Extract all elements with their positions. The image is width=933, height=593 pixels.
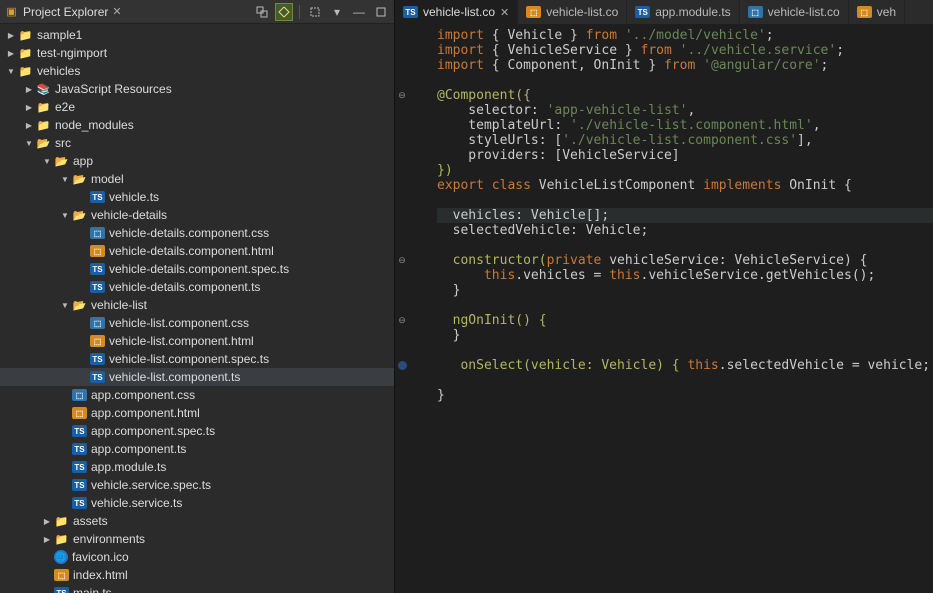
collapse-all-icon[interactable] [253,3,271,21]
maximize-icon[interactable] [372,3,390,21]
project-explorer-icon: ▣ [4,4,19,19]
code-editor[interactable]: import { Vehicle } from '../model/vehicl… [431,24,933,593]
folder-src[interactable]: ▼📂src [0,134,394,152]
ts-icon: TS [635,6,650,18]
file-vehicle-ts[interactable]: TSvehicle.ts [0,188,394,206]
ts-icon: TS [403,6,418,18]
tab-vehicle-list-ts[interactable]: TSvehicle-list.co✕ [395,0,518,24]
file-vd-ts[interactable]: TSvehicle-details.component.ts [0,278,394,296]
folder-vehicle-details[interactable]: ▼📂vehicle-details [0,206,394,224]
file-vs-ts[interactable]: TSvehicle.service.ts [0,494,394,512]
project-sample1[interactable]: ▶📁sample1 [0,26,394,44]
file-vl-html[interactable]: ⬚vehicle-list.component.html [0,332,394,350]
folder-app[interactable]: ▼📂app [0,152,394,170]
tab-app-module[interactable]: TSapp.module.ts [627,0,739,24]
file-vl-ts[interactable]: TSvehicle-list.component.ts [0,368,394,386]
file-app-html[interactable]: ⬚app.component.html [0,404,394,422]
file-vd-spec[interactable]: TSvehicle-details.component.spec.ts [0,260,394,278]
folder-assets[interactable]: ▶📁assets [0,512,394,530]
file-index[interactable]: ⬚index.html [0,566,394,584]
file-tree[interactable]: ▶📁sample1 ▶📁test-ngimport ▼📁vehicles ▶📚J… [0,24,394,593]
tab-vehicle-list-html[interactable]: ⬚vehicle-list.co [518,0,627,24]
tab-vehicle-list-css[interactable]: ⬚vehicle-list.co [740,0,849,24]
sidebar-title: Project Explorer [23,5,108,19]
view-menu-icon[interactable]: ▾ [328,3,346,21]
file-app-spec[interactable]: TSapp.component.spec.ts [0,422,394,440]
editor-gutter[interactable]: ⊖ ⊖ ⊖ [395,24,431,593]
breakpoint-icon[interactable] [398,361,407,370]
css-icon: ⬚ [748,6,763,18]
file-app-module[interactable]: TSapp.module.ts [0,458,394,476]
file-app-css[interactable]: ⬚app.component.css [0,386,394,404]
file-favicon[interactable]: 🌐favicon.ico [0,548,394,566]
file-vl-spec[interactable]: TSvehicle-list.component.spec.ts [0,350,394,368]
project-testng[interactable]: ▶📁test-ngimport [0,44,394,62]
minimize-icon[interactable]: — [350,3,368,21]
folder-model[interactable]: ▼📂model [0,170,394,188]
file-main[interactable]: TSmain.ts [0,584,394,593]
project-explorer-panel: ▣ Project Explorer ✕ ▾ — ▶📁sample1 ▶📁tes… [0,0,395,593]
folder-e2e[interactable]: ▶📁e2e [0,98,394,116]
html-icon: ⬚ [526,6,541,18]
editor-panel: TSvehicle-list.co✕ ⬚vehicle-list.co TSap… [395,0,933,593]
tab-overflow[interactable]: ⬚veh [849,0,905,24]
project-vehicles[interactable]: ▼📁vehicles [0,62,394,80]
close-icon[interactable]: ✕ [500,6,509,19]
focus-icon[interactable] [306,3,324,21]
fold-icon[interactable]: ⊖ [395,253,409,268]
sidebar-header: ▣ Project Explorer ✕ ▾ — [0,0,394,24]
file-vd-css[interactable]: ⬚vehicle-details.component.css [0,224,394,242]
file-app-ts[interactable]: TSapp.component.ts [0,440,394,458]
folder-env[interactable]: ▶📁environments [0,530,394,548]
close-icon[interactable]: ✕ [112,5,121,18]
fold-icon[interactable]: ⊖ [395,313,409,328]
fold-icon[interactable]: ⊖ [395,88,409,103]
folder-jsresources[interactable]: ▶📚JavaScript Resources [0,80,394,98]
folder-vehicle-list[interactable]: ▼📂vehicle-list [0,296,394,314]
file-vl-css[interactable]: ⬚vehicle-list.component.css [0,314,394,332]
link-editor-icon[interactable] [275,3,293,21]
file-vd-html[interactable]: ⬚vehicle-details.component.html [0,242,394,260]
folder-nodemodules[interactable]: ▶📁node_modules [0,116,394,134]
editor-tab-bar: TSvehicle-list.co✕ ⬚vehicle-list.co TSap… [395,0,933,24]
file-vs-spec[interactable]: TSvehicle.service.spec.ts [0,476,394,494]
html-icon: ⬚ [857,6,872,18]
